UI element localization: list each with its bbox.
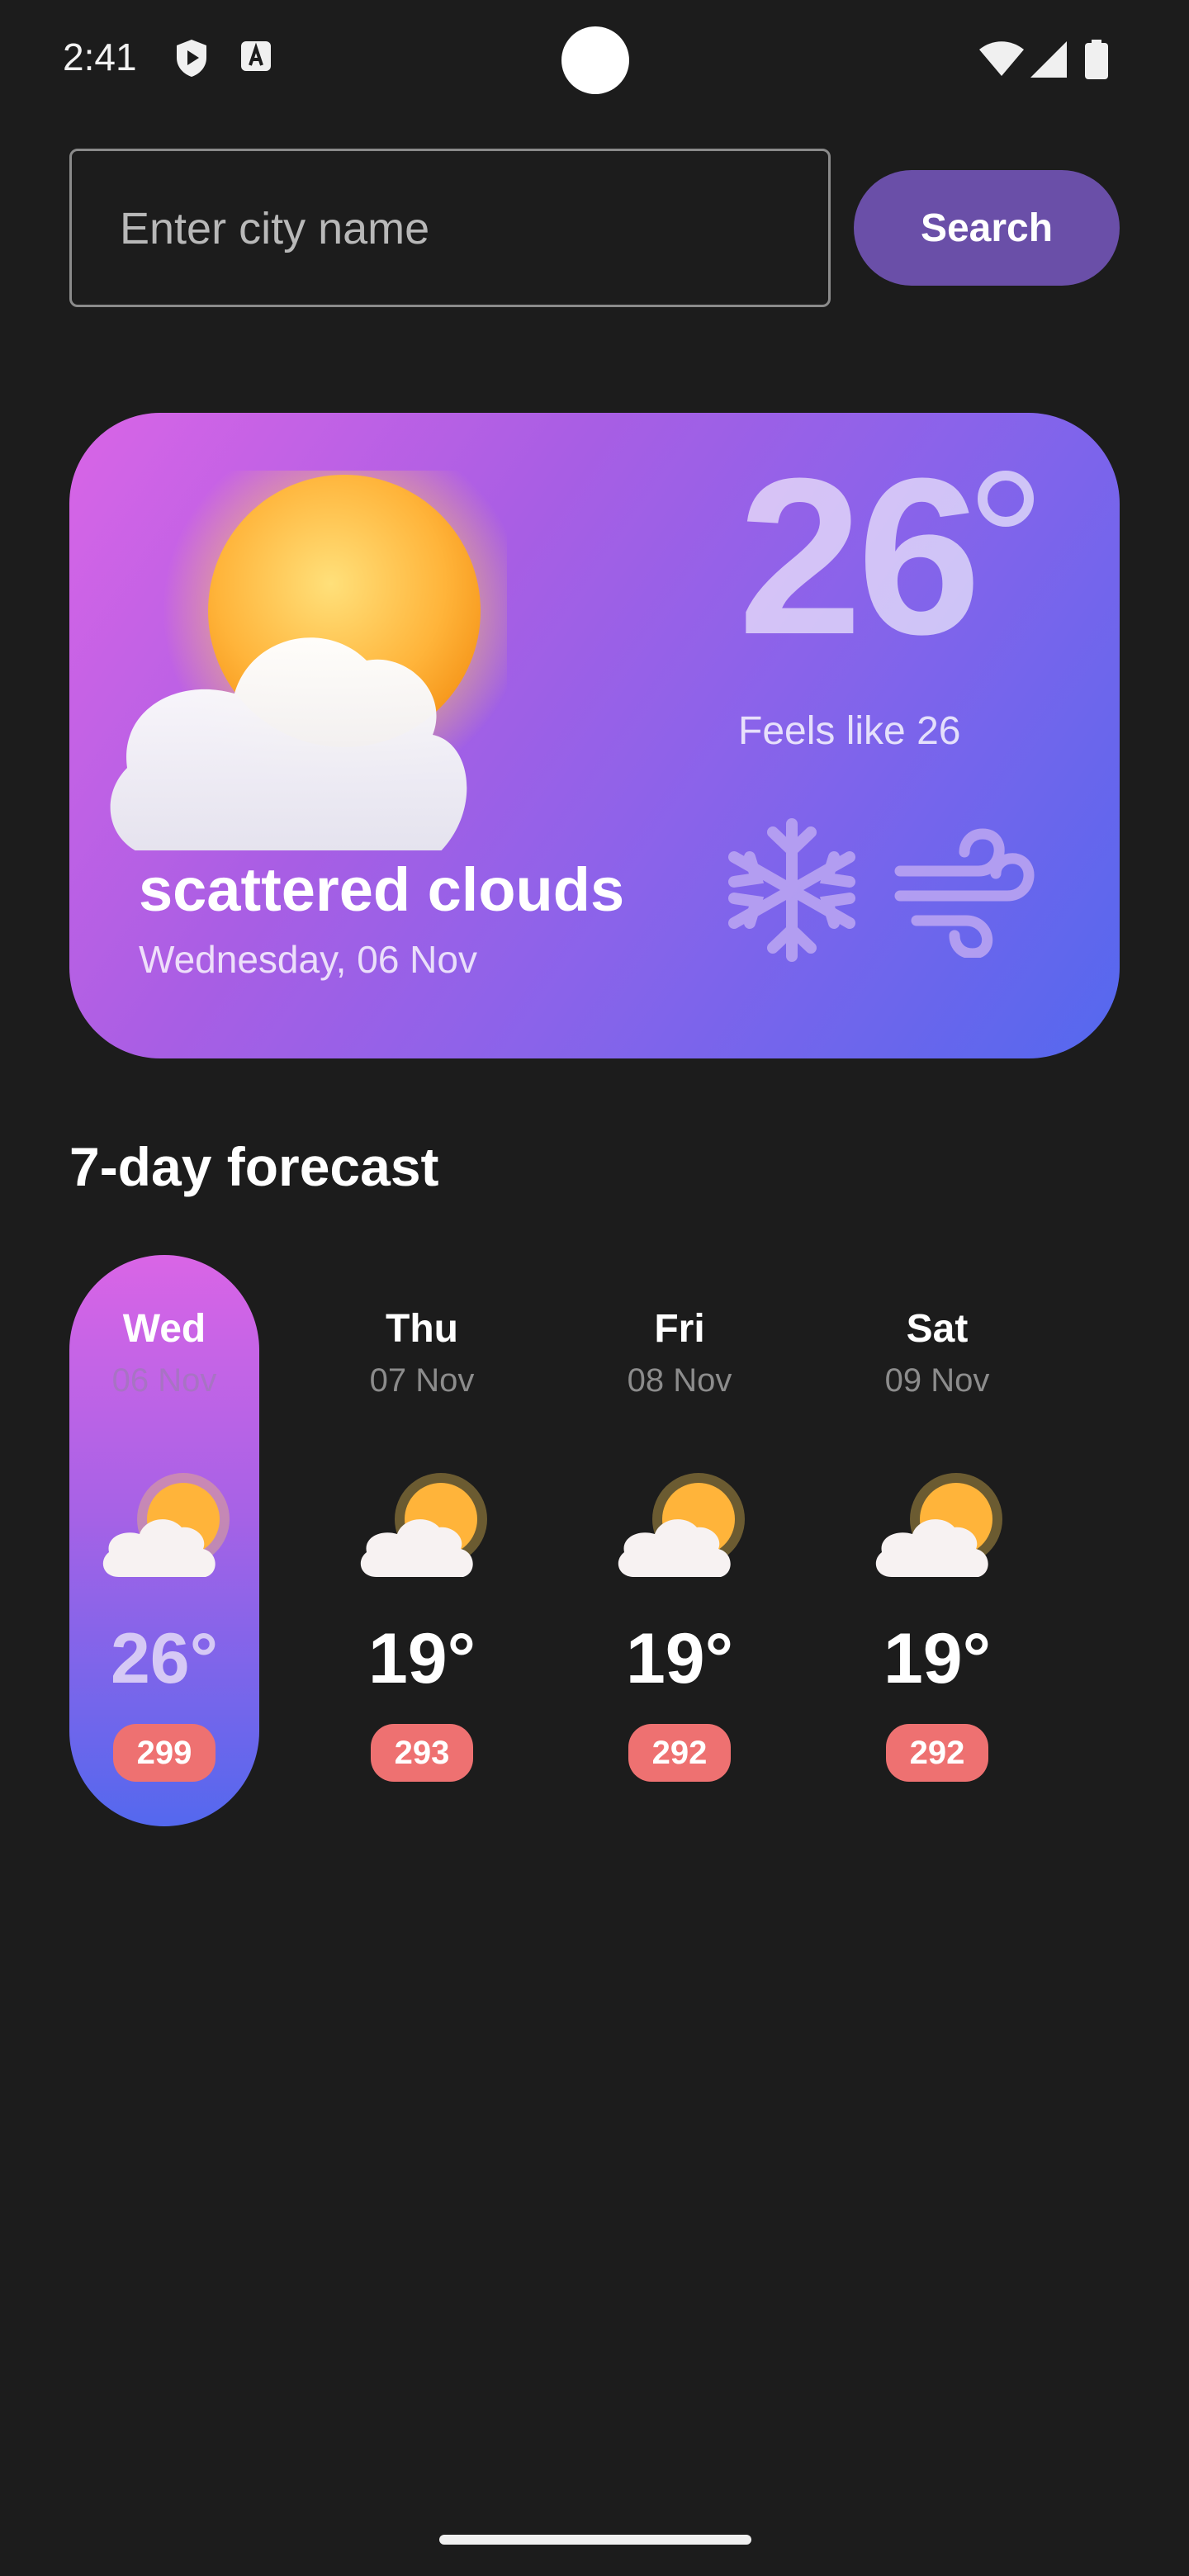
current-date: Wednesday, 06 Nov — [139, 938, 477, 981]
aqi-badge: 292 — [628, 1724, 731, 1782]
forecast-title: 7-day forecast — [69, 1136, 439, 1197]
day-temperature: 26° — [110, 1619, 219, 1698]
cellular-icon — [1030, 41, 1067, 82]
degree-symbol — [978, 471, 1034, 527]
gesture-home-bar[interactable] — [439, 2535, 751, 2545]
day-name: Wed — [122, 1307, 206, 1351]
day-name: Fri — [654, 1307, 705, 1351]
shield-play-icon — [173, 38, 210, 82]
weather-app-screen: 2:41 Search — [0, 0, 1189, 2576]
wifi-icon — [979, 41, 1024, 80]
day-name: Sat — [906, 1307, 969, 1351]
forecast-day-wed[interactable]: Wed 06 Nov 26° 299 — [69, 1255, 259, 1826]
forecast-day-sat[interactable]: Sat 09 Nov 19° 292 — [842, 1255, 1032, 1826]
partly-cloudy-icon — [867, 1470, 1007, 1589]
aqi-badge: 292 — [886, 1724, 988, 1782]
partly-cloudy-icon — [352, 1470, 492, 1589]
partly-cloudy-icon — [78, 429, 526, 859]
current-temperature: 26 — [738, 433, 981, 681]
status-time: 2:41 — [63, 36, 137, 78]
day-temperature: 19° — [367, 1619, 476, 1698]
partly-cloudy-icon — [609, 1470, 750, 1589]
aqi-badge: 299 — [113, 1724, 216, 1782]
day-date: 08 Nov — [627, 1362, 732, 1399]
day-temperature: 19° — [883, 1619, 992, 1698]
forecast-day-fri[interactable]: Fri 08 Nov 19° 292 — [585, 1255, 775, 1826]
day-date: 09 Nov — [884, 1362, 990, 1399]
day-temperature: 19° — [625, 1619, 734, 1698]
battery-icon — [1085, 40, 1108, 83]
forecast-day-thu[interactable]: Thu 07 Nov 19° 293 — [327, 1255, 517, 1826]
city-search-input[interactable] — [118, 151, 798, 306]
city-search-field[interactable] — [69, 149, 831, 307]
feels-like-label: Feels like 26 — [738, 709, 961, 753]
snowflake-icon — [722, 816, 862, 968]
search-button[interactable]: Search — [854, 170, 1120, 286]
aqi-badge: 293 — [371, 1724, 473, 1782]
weather-description: scattered clouds — [139, 855, 625, 924]
day-date: 06 Nov — [111, 1362, 217, 1399]
current-weather-card: 26 Feels like 26 scattered clouds Wednes… — [69, 413, 1120, 1058]
wind-icon — [892, 826, 1040, 962]
day-date: 07 Nov — [369, 1362, 475, 1399]
day-name: Thu — [386, 1307, 458, 1351]
a11y-text-icon — [239, 38, 272, 78]
partly-cloudy-icon — [94, 1470, 234, 1589]
front-camera — [561, 26, 629, 94]
